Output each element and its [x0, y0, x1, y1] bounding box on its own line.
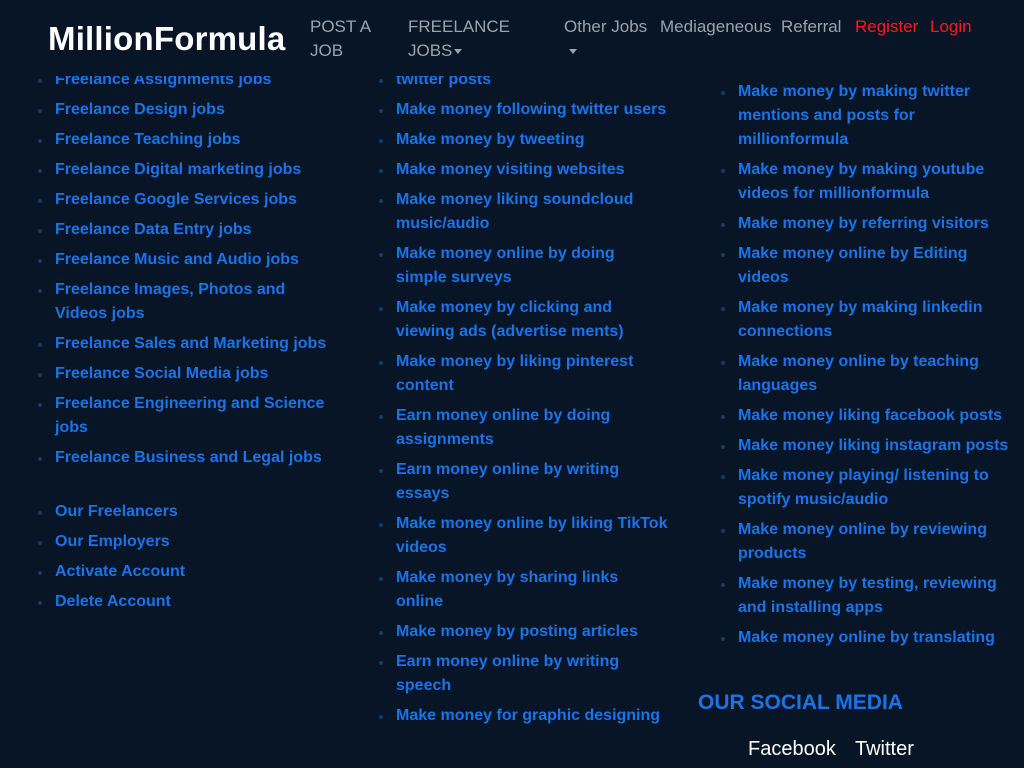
- nav-mediageneous[interactable]: Mediageneous: [660, 15, 772, 39]
- top-navbar: MillionFormula POST A JOB FREELANCE JOBS…: [0, 0, 1024, 76]
- list-item[interactable]: Freelance Google Services jobs: [38, 188, 338, 212]
- list-item[interactable]: Make money by sharing links online: [379, 566, 669, 614]
- list-item[interactable]: Make money by referring visitors: [721, 212, 1021, 236]
- nav-post-job[interactable]: POST A JOB: [310, 15, 371, 63]
- list-item[interactable]: Make money liking instagram posts: [721, 434, 1021, 458]
- list-item[interactable]: Make money online by Editing videos: [721, 242, 1021, 290]
- list-item[interactable]: Make money by liking pinterest content: [379, 350, 669, 398]
- list-item[interactable]: Freelance Sales and Marketing jobs: [38, 332, 338, 356]
- list-item[interactable]: Make money for graphic designing: [379, 704, 669, 728]
- list-item[interactable]: Make money online by teaching languages: [721, 350, 1021, 398]
- nav-post-job-line1: POST A: [310, 17, 372, 36]
- link-our-employers[interactable]: Our Employers: [38, 530, 338, 554]
- link-our-freelancers[interactable]: Our Freelancers: [38, 500, 338, 524]
- more-money-list: Make money by making twitter mentions an…: [721, 80, 1021, 656]
- nav-post-job-line2: JOB: [310, 41, 344, 60]
- brand-logo[interactable]: MillionFormula: [48, 20, 285, 58]
- nav-freelance-jobs-line1: FREELANCE: [408, 17, 511, 36]
- list-item[interactable]: Freelance Teaching jobs: [38, 128, 338, 152]
- nav-freelance-jobs[interactable]: FREELANCE JOBS: [408, 15, 510, 63]
- list-item[interactable]: Make money online by liking TikTok video…: [379, 512, 669, 560]
- nav-referral[interactable]: Referral: [781, 15, 841, 39]
- list-item[interactable]: Make money online by translating: [721, 626, 1021, 650]
- nav-freelance-jobs-line2: JOBS: [408, 41, 453, 60]
- list-item[interactable]: Freelance Engineering and Science jobs: [38, 392, 338, 440]
- list-item[interactable]: Freelance Data Entry jobs: [38, 218, 338, 242]
- list-item[interactable]: Make money liking facebook posts: [721, 404, 1021, 428]
- nav-other-jobs-label: Other Jobs: [564, 17, 648, 36]
- chevron-down-icon: [569, 49, 577, 55]
- page: Freelance Assignments jobs Freelance Des…: [0, 0, 1024, 768]
- list-item[interactable]: Freelance Business and Legal jobs: [38, 446, 338, 470]
- list-item[interactable]: Make money by testing, reviewing and ins…: [721, 572, 1021, 620]
- list-item[interactable]: Make money liking soundcloud music/audio: [379, 188, 669, 236]
- list-item[interactable]: Make money visiting websites: [379, 158, 669, 182]
- list-item[interactable]: Make money by making twitter mentions an…: [721, 80, 1021, 152]
- list-item[interactable]: Make money by posting articles: [379, 620, 669, 644]
- list-item[interactable]: Make money by making youtube videos for …: [721, 158, 1021, 206]
- list-item[interactable]: Freelance Design jobs: [38, 98, 338, 122]
- nav-login[interactable]: Login: [930, 15, 972, 39]
- freelance-categories-list: Freelance Assignments jobs Freelance Des…: [38, 68, 338, 620]
- list-item[interactable]: Freelance Music and Audio jobs: [38, 248, 338, 272]
- social-media-heading: OUR SOCIAL MEDIA: [698, 691, 903, 714]
- list-item[interactable]: Freelance Digital marketing jobs: [38, 158, 338, 182]
- list-item[interactable]: Make money following twitter users: [379, 98, 669, 122]
- chevron-down-icon: [454, 49, 463, 55]
- list-item[interactable]: Make money by clicking and viewing ads (…: [379, 296, 669, 344]
- list-item[interactable]: Make money by tweeting: [379, 128, 669, 152]
- list-item[interactable]: Freelance Social Media jobs: [38, 362, 338, 386]
- twitter-link[interactable]: Twitter: [855, 736, 914, 762]
- facebook-link[interactable]: Facebook: [748, 736, 836, 762]
- list-item[interactable]: Earn money online by writing speech: [379, 650, 669, 698]
- link-activate-account[interactable]: Activate Account: [38, 560, 338, 584]
- list-item[interactable]: Make money by making linkedin connection…: [721, 296, 1021, 344]
- list-item[interactable]: Earn money online by doing assignments: [379, 404, 669, 452]
- list-item[interactable]: Make money playing/ listening to spotify…: [721, 464, 1021, 512]
- list-item[interactable]: Freelance Images, Photos and Videos jobs: [38, 278, 338, 326]
- list-item[interactable]: Make money online by doing simple survey…: [379, 242, 669, 290]
- list-item[interactable]: Earn money online by writing essays: [379, 458, 669, 506]
- link-delete-account[interactable]: Delete Account: [38, 590, 338, 614]
- list-item[interactable]: Make money online by reviewing products: [721, 518, 1021, 566]
- nav-other-jobs[interactable]: Other Jobs: [564, 15, 647, 63]
- nav-register[interactable]: Register: [855, 15, 918, 39]
- make-money-list: twitter posts Make money following twitt…: [379, 68, 669, 734]
